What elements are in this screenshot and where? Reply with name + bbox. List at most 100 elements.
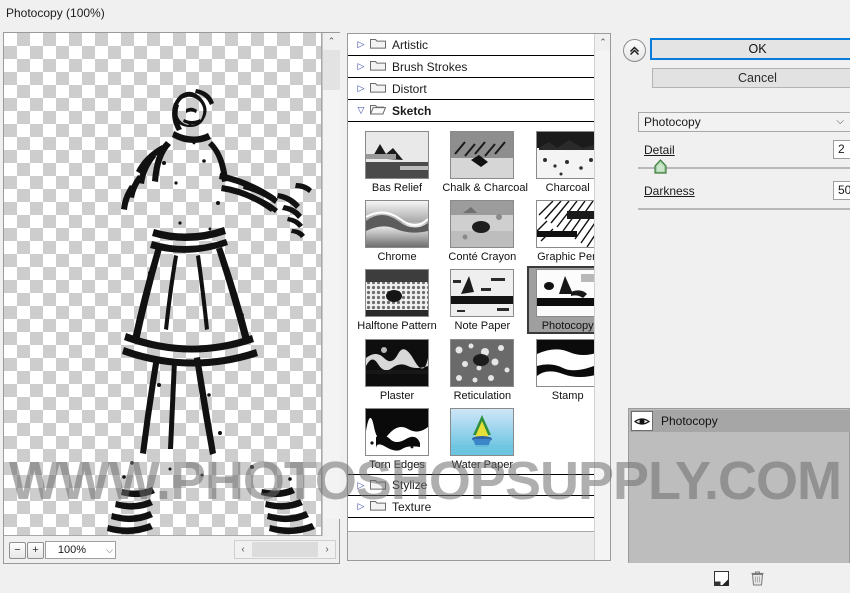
filter-reticulation[interactable]: Reticulation	[441, 336, 523, 403]
category-artistic[interactable]: ▷ Artistic	[348, 34, 610, 56]
filter-note-paper[interactable]: Note Paper	[441, 266, 523, 333]
filter-thumbnail	[450, 408, 515, 456]
filter-bas-relief[interactable]: Bas Relief	[356, 128, 438, 195]
category-distort[interactable]: ▷ Distort	[348, 78, 610, 100]
scroll-up-arrow-icon[interactable]: ⌃	[323, 33, 340, 50]
category-label: Sketch	[392, 103, 432, 118]
filter-thumbnail	[365, 200, 429, 248]
chevron-down-icon: ⌵	[836, 116, 844, 127]
preview-canvas[interactable]	[4, 33, 322, 536]
effect-layer-name: Photocopy	[661, 414, 718, 428]
darkness-slider-track[interactable]	[638, 208, 850, 210]
filter-thumbnail	[535, 339, 600, 387]
zoom-level-select[interactable]: 100% ⌵	[45, 541, 116, 559]
filter-thumbnail	[535, 200, 600, 248]
category-label: Texture	[392, 499, 432, 514]
filter-list-footer	[348, 531, 595, 560]
filter-label: Water Paper	[451, 459, 514, 471]
filter-torn-edges[interactable]: Torn Edges	[356, 405, 438, 472]
scroll-right-arrow-icon[interactable]: ›	[319, 541, 335, 558]
filter-label: Conté Crayon	[448, 251, 517, 263]
filter-thumbnail-grid: Bas Relief Chalk & Charcoal Charcoal Chr…	[348, 122, 610, 474]
preview-horizontal-scrollbar[interactable]: ‹ ›	[234, 540, 336, 559]
settings-panel: OK Cancel Photocopy ⌵ Detail 2 Darkness …	[620, 33, 850, 593]
category-label: Stylize	[392, 478, 428, 492]
title-bar: Photocopy (100%)	[0, 0, 850, 30]
filter-chalk-and-charcoal[interactable]: Chalk & Charcoal	[441, 128, 528, 195]
filter-label: Reticulation	[453, 390, 512, 402]
filter-thumbnail	[365, 269, 429, 317]
filter-label: Chalk & Charcoal	[442, 182, 528, 194]
folder-icon	[370, 59, 386, 74]
filter-conte-crayon[interactable]: Conté Crayon	[441, 197, 523, 264]
effect-layer-row[interactable]: Photocopy	[630, 410, 850, 432]
window-title: Photocopy (100%)	[6, 6, 105, 20]
filter-thumbnail	[365, 408, 429, 456]
cancel-button[interactable]: Cancel	[652, 68, 850, 88]
filter-label: Plaster	[379, 390, 415, 402]
filter-list-scrollbar[interactable]: ⌃	[594, 34, 610, 560]
new-effect-layer-icon[interactable]	[713, 570, 729, 586]
filter-select-value: Photocopy	[644, 115, 701, 129]
folder-icon	[370, 37, 386, 52]
category-stylize[interactable]: ▷ Stylize	[348, 474, 610, 496]
filter-water-paper[interactable]: Water Paper	[441, 405, 523, 472]
preview-vertical-scrollbar[interactable]: ⌃	[322, 33, 340, 536]
scroll-left-arrow-icon[interactable]: ‹	[235, 541, 251, 558]
category-texture[interactable]: ▷ Texture	[348, 496, 610, 518]
chevron-right-icon[interactable]: ▷	[354, 62, 368, 71]
scrollbar-track[interactable]	[323, 50, 340, 519]
filter-plaster[interactable]: Plaster	[356, 336, 438, 403]
chevron-right-icon[interactable]: ▷	[354, 480, 368, 490]
param-label: Detail	[644, 143, 675, 157]
chevron-right-icon[interactable]: ▷	[354, 84, 368, 93]
zoom-in-button[interactable]: +	[27, 542, 44, 559]
chevron-down-icon: ⌵	[106, 545, 113, 555]
scrollbar-thumb[interactable]	[252, 542, 318, 557]
filter-select-dropdown[interactable]: Photocopy ⌵	[638, 112, 850, 132]
folder-icon	[370, 81, 386, 96]
scroll-up-arrow-icon[interactable]: ⌃	[595, 34, 610, 51]
param-label: Darkness	[644, 184, 695, 198]
detail-slider-thumb[interactable]	[654, 159, 667, 174]
category-label: Distort	[392, 81, 427, 96]
category-label: Brush Strokes	[392, 59, 468, 74]
preview-statusbar: − + 100% ⌵ ‹ ›	[4, 536, 339, 563]
filter-halftone-pattern[interactable]: Halftone Pattern	[356, 266, 438, 333]
category-brush-strokes[interactable]: ▷ Brush Strokes	[348, 56, 610, 78]
open-folder-icon	[369, 103, 387, 118]
double-chevron-up-icon	[629, 46, 640, 56]
filter-thumbnail	[535, 269, 600, 317]
effect-layers-toolbar	[628, 563, 850, 593]
folder-icon	[370, 499, 386, 514]
filter-category-list[interactable]: ▷ Artistic ▷ Brush Strokes ▷ Distort ▽ S…	[347, 33, 611, 561]
darkness-value-field[interactable]: 50	[833, 181, 850, 200]
filter-thumbnail	[450, 131, 515, 179]
zoom-level-value: 100%	[57, 544, 87, 556]
scrollbar-thumb[interactable]	[323, 50, 340, 90]
filter-label: Halftone Pattern	[357, 320, 437, 332]
detail-value-field[interactable]: 2	[833, 140, 850, 159]
folder-icon	[370, 478, 386, 493]
chevron-right-icon[interactable]: ▷	[354, 40, 368, 49]
category-label: Artistic	[392, 37, 428, 52]
filter-label: Note Paper	[454, 320, 511, 332]
ok-button[interactable]: OK	[650, 38, 850, 60]
collapse-panel-button[interactable]	[623, 39, 646, 62]
zoom-out-button[interactable]: −	[9, 542, 26, 559]
filter-label: Torn Edges	[369, 459, 425, 471]
eye-icon[interactable]	[631, 411, 653, 431]
chevron-down-icon[interactable]: ▽	[354, 106, 368, 115]
preview-pane: ⌃ − + 100% ⌵ ‹ ›	[3, 32, 340, 564]
filter-label: Bas Relief	[371, 182, 423, 194]
chevron-right-icon[interactable]: ▷	[354, 502, 368, 511]
filter-thumbnail	[450, 200, 515, 248]
filter-thumbnail	[450, 339, 515, 387]
filter-thumbnail	[535, 131, 600, 179]
filter-thumbnail	[365, 339, 429, 387]
preview-artwork	[107, 89, 315, 535]
filter-chrome[interactable]: Chrome	[356, 197, 438, 264]
detail-slider-track[interactable]	[638, 167, 850, 169]
category-sketch[interactable]: ▽ Sketch	[348, 100, 610, 122]
trash-icon[interactable]	[749, 570, 765, 586]
